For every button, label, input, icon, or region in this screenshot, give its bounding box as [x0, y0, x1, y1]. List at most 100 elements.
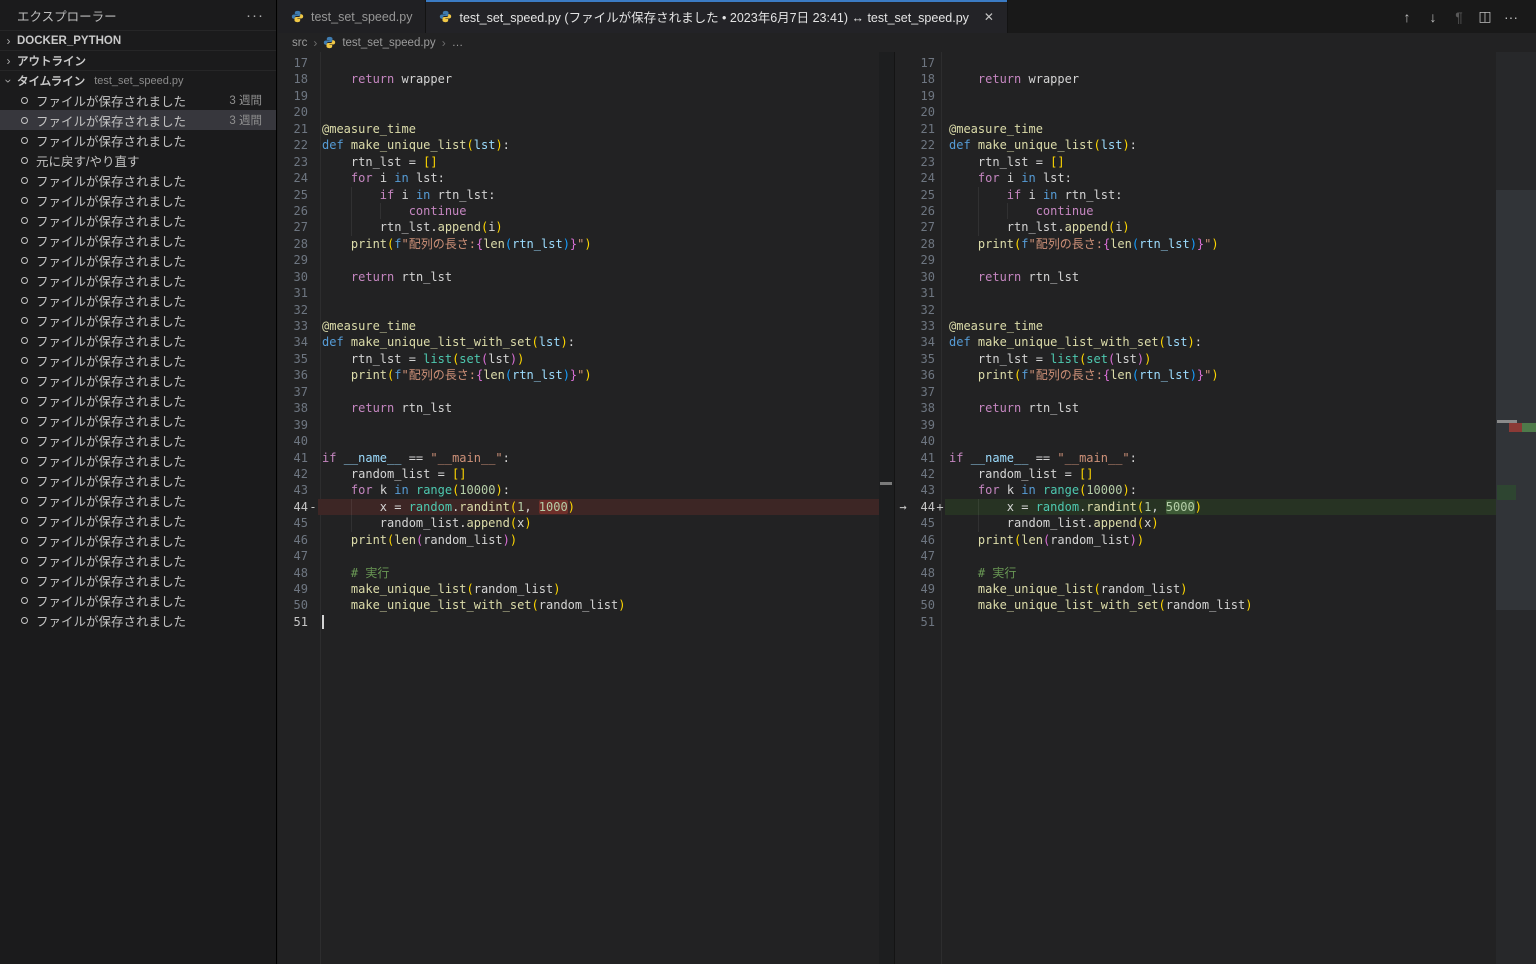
code-line[interactable]: 34def make_unique_list_with_set(lst): — [278, 334, 879, 350]
code-line[interactable]: →44+ x = random.randint(1, 5000) — [895, 499, 1496, 515]
breadcrumb-src[interactable]: src — [292, 37, 307, 49]
code-line[interactable]: 46 print(len(random_list)) — [895, 532, 1496, 548]
code-line[interactable]: 32 — [278, 302, 879, 318]
code-line[interactable]: 19 — [278, 88, 879, 104]
timeline-item[interactable]: ファイルが保存されました — [0, 550, 276, 570]
code-line[interactable]: 17 — [278, 55, 879, 71]
code-line[interactable]: 42 random_list = [] — [278, 466, 879, 482]
code-line[interactable]: 50 make_unique_list_with_set(random_list… — [895, 597, 1496, 613]
code-line[interactable]: 50 make_unique_list_with_set(random_list… — [278, 597, 879, 613]
code-line[interactable]: 20 — [278, 104, 879, 120]
previous-change-icon[interactable]: ↑ — [1394, 9, 1420, 25]
code-line[interactable]: 36 print(f"配列の長さ:{len(rtn_lst)}") — [895, 367, 1496, 383]
modified-scrollbar[interactable] — [1496, 52, 1536, 964]
code-line[interactable]: 51 — [278, 614, 879, 630]
code-line[interactable]: 27 rtn_lst.append(i) — [278, 219, 879, 235]
code-line[interactable]: 24 for i in lst: — [895, 170, 1496, 186]
code-line[interactable]: 38 return rtn_lst — [278, 400, 879, 416]
code-line[interactable]: 30 return rtn_lst — [895, 269, 1496, 285]
next-change-icon[interactable]: ↓ — [1420, 9, 1446, 25]
timeline-item[interactable]: ファイルが保存されました — [0, 250, 276, 270]
timeline-item[interactable]: ファイルが保存されました — [0, 390, 276, 410]
timeline-item[interactable]: ファイルが保存されました — [0, 590, 276, 610]
code-line[interactable]: 22def make_unique_list(lst): — [278, 137, 879, 153]
code-line[interactable]: 49 make_unique_list(random_list) — [895, 581, 1496, 597]
code-line[interactable]: 23 rtn_lst = [] — [278, 154, 879, 170]
code-line[interactable]: 22def make_unique_list(lst): — [895, 137, 1496, 153]
code-line[interactable]: 24 for i in lst: — [278, 170, 879, 186]
code-line[interactable]: 38 return rtn_lst — [895, 400, 1496, 416]
timeline-item[interactable]: ファイルが保存されました — [0, 130, 276, 150]
timeline-item[interactable]: ファイルが保存されました — [0, 170, 276, 190]
code-line[interactable]: 40 — [278, 433, 879, 449]
timeline-item[interactable]: ファイルが保存されました — [0, 230, 276, 250]
code-line[interactable]: 48 # 実行 — [278, 565, 879, 581]
timeline-item[interactable]: ファイルが保存されました — [0, 430, 276, 450]
code-line[interactable]: 35 rtn_lst = list(set(lst)) — [278, 351, 879, 367]
code-line[interactable]: 21@measure_time — [895, 121, 1496, 137]
timeline-item[interactable]: ファイルが保存されました — [0, 350, 276, 370]
code-line[interactable]: 39 — [278, 417, 879, 433]
split-editor-icon[interactable]: ◫ — [1472, 8, 1498, 25]
code-line[interactable]: 23 rtn_lst = [] — [895, 154, 1496, 170]
code-line[interactable]: 42 random_list = [] — [895, 466, 1496, 482]
timeline-item[interactable]: ファイルが保存されました — [0, 270, 276, 290]
code-line[interactable]: 20 — [895, 104, 1496, 120]
code-line[interactable]: 43 for k in range(10000): — [895, 482, 1496, 498]
timeline-item[interactable]: ファイルが保存されました — [0, 410, 276, 430]
code-line[interactable]: 26 continue — [278, 203, 879, 219]
code-line[interactable]: 21@measure_time — [278, 121, 879, 137]
code-line[interactable]: 26 continue — [895, 203, 1496, 219]
code-line[interactable]: 29 — [278, 252, 879, 268]
timeline-item[interactable]: ファイルが保存されました — [0, 610, 276, 630]
code-line[interactable]: 37 — [278, 384, 879, 400]
code-line[interactable]: 27 rtn_lst.append(i) — [895, 219, 1496, 235]
explorer-more-icon[interactable]: ··· — [246, 7, 264, 24]
code-line[interactable]: 41if __name__ == "__main__": — [278, 450, 879, 466]
code-line[interactable]: 48 # 実行 — [895, 565, 1496, 581]
code-line[interactable]: 25 if i in rtn_lst: — [895, 187, 1496, 203]
code-line[interactable]: 19 — [895, 88, 1496, 104]
code-line[interactable]: 18 return wrapper — [895, 71, 1496, 87]
code-line[interactable]: 41if __name__ == "__main__": — [895, 450, 1496, 466]
code-line[interactable]: 46 print(len(random_list)) — [278, 532, 879, 548]
tab-diff-test-set-speed[interactable]: test_set_speed.py (ファイルが保存されました • 2023年6… — [426, 0, 1008, 33]
code-line[interactable]: 49 make_unique_list(random_list) — [278, 581, 879, 597]
timeline-item[interactable]: ファイルが保存されました — [0, 290, 276, 310]
diff-pane-original[interactable]: 1718 return wrapper192021@measure_time22… — [278, 52, 879, 964]
code-line[interactable]: 33@measure_time — [278, 318, 879, 334]
code-line[interactable]: 39 — [895, 417, 1496, 433]
sidebar-section-outline[interactable]: › アウトライン — [0, 50, 276, 70]
code-line[interactable]: 30 return rtn_lst — [278, 269, 879, 285]
code-line[interactable]: 28 print(f"配列の長さ:{len(rtn_lst)}") — [278, 236, 879, 252]
code-line[interactable]: 47 — [278, 548, 879, 564]
code-line[interactable]: 47 — [895, 548, 1496, 564]
code-line[interactable]: 51 — [895, 614, 1496, 630]
code-line[interactable]: 35 rtn_lst = list(set(lst)) — [895, 351, 1496, 367]
code-line[interactable]: 37 — [895, 384, 1496, 400]
code-line[interactable]: 40 — [895, 433, 1496, 449]
code-line[interactable]: 29 — [895, 252, 1496, 268]
code-line[interactable]: 33@measure_time — [895, 318, 1496, 334]
code-line[interactable]: 31 — [895, 285, 1496, 301]
code-line[interactable]: 31 — [278, 285, 879, 301]
timeline-item[interactable]: ファイルが保存されました — [0, 370, 276, 390]
timeline-item[interactable]: 元に戻す/やり直す — [0, 150, 276, 170]
close-icon[interactable]: ✕ — [984, 10, 994, 24]
timeline-item[interactable]: ファイルが保存されました — [0, 470, 276, 490]
code-line[interactable]: 36 print(f"配列の長さ:{len(rtn_lst)}") — [278, 367, 879, 383]
diff-pane-modified[interactable]: 1718 return wrapper192021@measure_time22… — [895, 52, 1496, 964]
sidebar-section-timeline[interactable]: › タイムライン test_set_speed.py — [0, 70, 276, 90]
breadcrumb-symbol[interactable]: … — [452, 37, 464, 49]
code-line[interactable]: 45 random_list.append(x) — [278, 515, 879, 531]
code-line[interactable]: 34def make_unique_list_with_set(lst): — [895, 334, 1496, 350]
goto-diff-arrow-icon[interactable]: → — [895, 499, 911, 515]
code-line[interactable]: 32 — [895, 302, 1496, 318]
more-actions-icon[interactable]: ··· — [1498, 9, 1524, 25]
timeline-item[interactable]: ファイルが保存されました — [0, 510, 276, 530]
timeline-item[interactable]: ファイルが保存されました3 週間 — [0, 90, 276, 110]
code-line[interactable]: 28 print(f"配列の長さ:{len(rtn_lst)}") — [895, 236, 1496, 252]
timeline-item[interactable]: ファイルが保存されました — [0, 530, 276, 550]
timeline-item[interactable]: ファイルが保存されました — [0, 190, 276, 210]
timeline-item[interactable]: ファイルが保存されました3 週間 — [0, 110, 276, 130]
